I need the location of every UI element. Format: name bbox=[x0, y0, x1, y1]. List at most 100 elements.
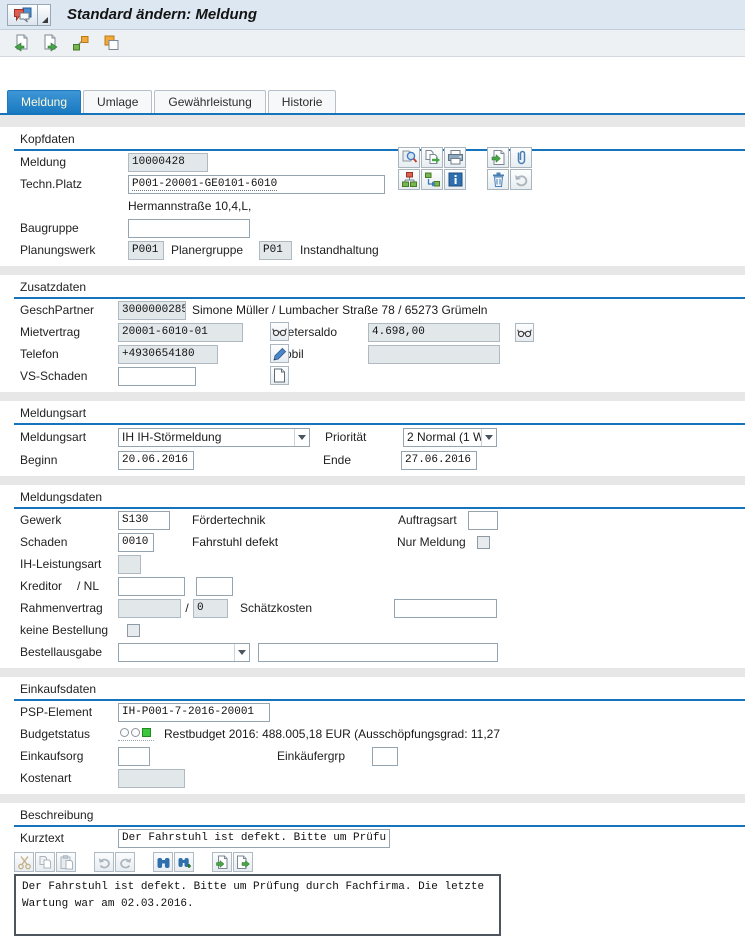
kostenart-field[interactable] bbox=[118, 769, 185, 788]
psp-row: PSP-Element IH-P001-7-2016-20001 bbox=[20, 701, 745, 723]
ende-field[interactable]: 27.06.2016 bbox=[401, 451, 477, 470]
tab-meldung[interactable]: Meldung bbox=[7, 90, 81, 113]
ihleistungsart-row: IH-Leistungsart bbox=[20, 553, 745, 575]
copy-button[interactable] bbox=[35, 852, 55, 872]
bestellausgabe-label: Bestellausgabe bbox=[20, 645, 118, 659]
einkaeufergrp-field[interactable] bbox=[372, 747, 398, 766]
meldung-row: Meldung 10000428 bbox=[20, 151, 745, 173]
find-next-button[interactable] bbox=[174, 852, 194, 872]
undo-icon bbox=[97, 855, 112, 870]
geschpartner-text: Simone Müller / Lumbacher Straße 78 / 65… bbox=[192, 303, 487, 317]
rahmenvertrag-field[interactable] bbox=[118, 599, 181, 618]
toolbar-gap bbox=[77, 852, 94, 872]
ihleistungsart-label: IH-Leistungsart bbox=[20, 557, 118, 571]
kreditor-field[interactable] bbox=[118, 577, 185, 596]
assign-structure-button[interactable] bbox=[69, 32, 92, 55]
rahmen-pos-field[interactable]: 0 bbox=[193, 599, 228, 618]
keinebestellung-checkbox[interactable] bbox=[127, 624, 140, 637]
kostenart-label: Kostenart bbox=[20, 771, 118, 785]
tab-gewaehrleistung[interactable]: Gewährleistung bbox=[154, 90, 265, 113]
copy-template-button[interactable] bbox=[99, 32, 122, 55]
ende-label: Ende bbox=[323, 453, 401, 467]
export-text-icon bbox=[236, 855, 251, 870]
tab-umlage[interactable]: Umlage bbox=[83, 90, 152, 113]
prioritaet-select[interactable]: 2 Normal (1 W... bbox=[403, 428, 497, 447]
chevron-down-icon bbox=[294, 429, 309, 446]
einkaufsorg-field[interactable] bbox=[118, 747, 150, 766]
schaden-row: Schaden 0010 Fahrstuhl defekt Nur Meldun… bbox=[20, 531, 745, 553]
new-document-button[interactable] bbox=[270, 366, 289, 385]
schaetzkosten-field[interactable] bbox=[394, 599, 497, 618]
section-title: Meldungsdaten bbox=[14, 485, 745, 509]
kurztext-field[interactable]: Der Fahrstuhl ist defekt. Bitte um Prüfu bbox=[118, 829, 390, 848]
psp-label: PSP-Element bbox=[20, 705, 118, 719]
new-document-icon bbox=[273, 368, 286, 383]
section-meldungsdaten: Meldungsdaten Gewerk S130 Fördertechnik … bbox=[0, 485, 745, 668]
telefon-field[interactable]: +4930654180 bbox=[118, 345, 218, 364]
schaden-text: Fahrstuhl defekt bbox=[192, 535, 397, 549]
bestellausgabe-text-field[interactable] bbox=[258, 643, 498, 662]
section-separator bbox=[0, 392, 745, 401]
vsschaden-field[interactable] bbox=[118, 367, 196, 386]
meldung-label: Meldung bbox=[20, 155, 128, 169]
gewerk-field[interactable]: S130 bbox=[118, 511, 170, 530]
planungswerk-label: Planungswerk bbox=[20, 243, 128, 257]
display-contract-button[interactable] bbox=[270, 322, 289, 341]
keinebestellung-label: keine Bestellung bbox=[20, 623, 118, 637]
longtext-editor[interactable]: Der Fahrstuhl ist defekt. Bitte um Prüfu… bbox=[14, 874, 501, 936]
mietvertrag-field[interactable]: 20001-6010-01 bbox=[118, 323, 243, 342]
geschpartner-field[interactable]: 3000000285 bbox=[118, 301, 186, 320]
cut-button[interactable] bbox=[14, 852, 34, 872]
ihleistungsart-field[interactable] bbox=[118, 555, 141, 574]
meldungsart-select[interactable]: IH IH-Störmeldung bbox=[118, 428, 310, 447]
schaetzkosten-label: Schätzkosten bbox=[240, 601, 394, 615]
cut-icon bbox=[17, 855, 32, 870]
baugruppe-label: Baugruppe bbox=[20, 221, 128, 235]
doc-arrow-forward-button[interactable] bbox=[39, 32, 62, 55]
gewerk-text: Fördertechnik bbox=[192, 513, 398, 527]
transaction-menu-split-button bbox=[7, 4, 51, 26]
section-title: Meldungsart bbox=[14, 401, 745, 425]
budgetstatus-row: Budgetstatus Restbudget 2016: 488.005,18… bbox=[20, 723, 745, 745]
import-text-button[interactable] bbox=[212, 852, 232, 872]
redo-button[interactable] bbox=[115, 852, 135, 872]
section-title: Beschreibung bbox=[14, 803, 745, 827]
mietersaldo-field[interactable]: 4.698,00 bbox=[368, 323, 500, 342]
edit-phone-button[interactable] bbox=[270, 344, 289, 363]
planergruppe-field[interactable]: P01 bbox=[259, 241, 292, 260]
baugruppe-field[interactable] bbox=[128, 219, 250, 238]
export-text-button[interactable] bbox=[233, 852, 253, 872]
paste-icon bbox=[59, 855, 74, 870]
planergruppe-label: Planergruppe bbox=[171, 243, 259, 257]
planungswerk-field[interactable]: P001 bbox=[128, 241, 164, 260]
chevron-down-icon bbox=[481, 429, 496, 446]
undo-button[interactable] bbox=[94, 852, 114, 872]
notification-menu-button[interactable] bbox=[7, 4, 37, 26]
nl-label: / NL bbox=[77, 579, 118, 593]
find-button[interactable] bbox=[153, 852, 173, 872]
keinebestellung-row: keine Bestellung bbox=[20, 619, 745, 641]
schaden-field[interactable]: 0010 bbox=[118, 533, 154, 552]
nurmeldung-checkbox[interactable] bbox=[477, 536, 490, 549]
kurztext-row: Kurztext Der Fahrstuhl ist defekt. Bitte… bbox=[20, 827, 745, 849]
rahmen-slash: / bbox=[181, 601, 193, 615]
technplatz-field[interactable]: P001-20001-GE0101-6010 bbox=[128, 175, 385, 194]
beginn-field[interactable]: 20.06.2016 bbox=[118, 451, 194, 470]
doc-arrow-back-button[interactable] bbox=[9, 32, 32, 55]
doc-arrow-back-icon bbox=[12, 34, 30, 52]
kostenart-row: Kostenart bbox=[20, 767, 745, 789]
section-kopfdaten: Kopfdaten bbox=[0, 127, 745, 266]
title-menu-dropdown-button[interactable] bbox=[37, 4, 51, 26]
auftragsart-field[interactable] bbox=[468, 511, 498, 530]
glasses-display-icon bbox=[517, 326, 532, 339]
display-balance-button[interactable] bbox=[515, 323, 534, 342]
mobil-field[interactable] bbox=[368, 345, 500, 364]
bestellausgabe-select[interactable] bbox=[118, 643, 250, 662]
nl-field[interactable] bbox=[196, 577, 233, 596]
paste-button[interactable] bbox=[56, 852, 76, 872]
meldung-field[interactable]: 10000428 bbox=[128, 153, 208, 172]
psp-field[interactable]: IH-P001-7-2016-20001 bbox=[118, 703, 270, 722]
einkaufsorg-label: Einkaufsorg bbox=[20, 749, 118, 763]
tab-historie[interactable]: Historie bbox=[268, 90, 337, 113]
telefon-row: Telefon +4930654180 Mobil bbox=[20, 343, 745, 365]
